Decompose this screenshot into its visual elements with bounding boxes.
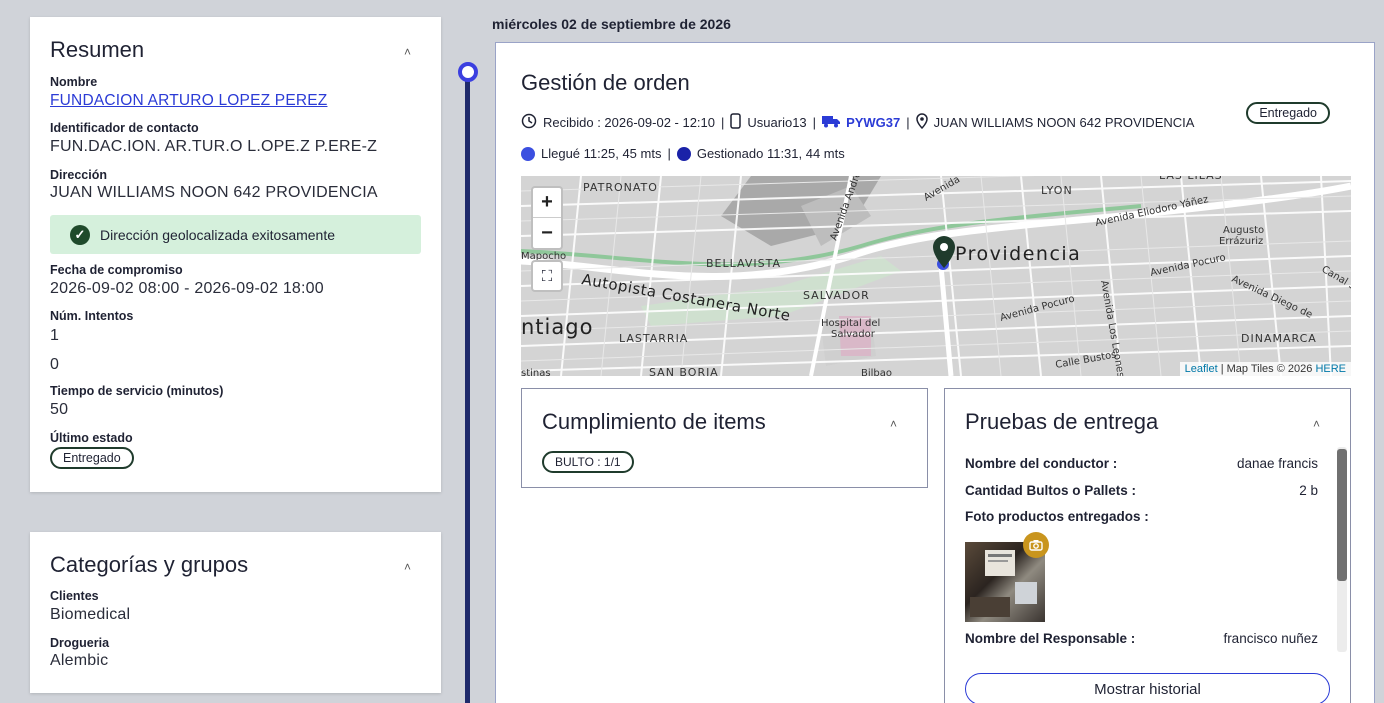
user-text: Usuario13 — [747, 115, 807, 130]
commit-label: Fecha de compromiso — [50, 263, 183, 277]
geolocated-banner: ✓ Dirección geolocalizada exitosamente — [50, 215, 421, 254]
location-pin-icon — [915, 113, 928, 132]
items-card: Cumplimiento de items ˄ BULTO : 1/1 — [521, 388, 928, 488]
address-value: JUAN WILLIAMS NOON 642 PROVIDENCIA — [50, 184, 378, 201]
contact-value: FUN.DAC.ION. AR.TUR.O L.OPE.Z P.ERE-Z — [50, 138, 378, 155]
proof-scrollbar[interactable] — [1337, 447, 1347, 652]
proof-key: Nombre del conductor : — [965, 456, 1118, 471]
svg-text:SAN BORJA: SAN BORJA — [649, 366, 719, 376]
svg-text:Augusto: Augusto — [1223, 225, 1264, 236]
collapse-chevron-icon[interactable]: ˄ — [890, 417, 897, 431]
clock-icon — [521, 113, 537, 132]
svg-text:LYON: LYON — [1041, 184, 1073, 197]
svg-text:BELLAVISTA: BELLAVISTA — [706, 257, 781, 270]
fullscreen-icon[interactable]: ⛶ — [531, 260, 563, 292]
order-address: JUAN WILLIAMS NOON 642 PROVIDENCIA — [933, 115, 1195, 130]
proof-key: Nombre del Responsable : — [965, 631, 1136, 646]
clients-label: Clientes — [50, 589, 99, 603]
resumen-card: Resumen ˄ Nombre FUNDACION ARTURO LOPEZ … — [30, 17, 441, 492]
svg-text:PATRONATO: PATRONATO — [583, 181, 658, 194]
arrived-dot-icon — [521, 146, 535, 161]
order-card: Gestión de orden Entregado Recibido : 20… — [495, 42, 1375, 703]
svg-text:Providencia: Providencia — [955, 243, 1081, 265]
proof-row: Cantidad Bultos o Pallets : 2 b — [965, 483, 1318, 498]
svg-text:Salvador: Salvador — [831, 329, 876, 340]
service-label: Tiempo de servicio (minutos) — [50, 384, 224, 398]
map-tiles: PATRONATO LYON LAS LILAS BELLAVISTA SALV… — [521, 176, 1351, 376]
managed-text: Gestionado 11:31, 44 mts — [696, 146, 845, 161]
item-badge: BULTO : 1/1 — [542, 451, 634, 473]
address-label: Dirección — [50, 168, 107, 182]
proof-row: Foto productos entregados : — [965, 509, 1318, 524]
here-link[interactable]: HERE — [1315, 363, 1346, 375]
leaflet-link[interactable]: Leaflet — [1185, 363, 1218, 375]
categorias-card: Categorías y grupos ˄ Clientes Biomedica… — [30, 532, 441, 693]
resumen-title: Resumen — [50, 37, 145, 62]
proof-key: Foto productos entregados : — [965, 509, 1149, 524]
last-state-label: Último estado — [50, 431, 133, 445]
order-meta: Recibido : 2026-09-02 - 12:10 | Usuario1… — [521, 113, 1194, 132]
items-title: Cumplimiento de items — [542, 409, 766, 434]
svg-text:SALVADOR: SALVADOR — [803, 289, 870, 302]
zoom-in-button[interactable]: + — [533, 188, 561, 218]
timeline-dot — [458, 62, 478, 82]
proof-row: Nombre del Responsable : francisco nuñez — [965, 631, 1318, 646]
svg-text:LASTARRIA: LASTARRIA — [619, 332, 688, 345]
name-label: Nombre — [50, 75, 98, 89]
order-events: Llegué 11:25, 45 mts | Gestionado 11:31,… — [521, 146, 845, 161]
proof-value: francisco nuñez — [1223, 631, 1318, 646]
svg-text:stinas: stinas — [521, 368, 551, 376]
name-link[interactable]: FUNDACION ARTURO LOPEZ PEREZ — [50, 92, 327, 110]
svg-text:Errázuriz: Errázuriz — [1219, 235, 1263, 247]
truck-icon — [822, 114, 841, 131]
order-map[interactable]: PATRONATO LYON LAS LILAS BELLAVISTA SALV… — [521, 176, 1351, 376]
svg-text:DINAMARCA: DINAMARCA — [1241, 332, 1317, 345]
phone-icon — [730, 113, 742, 132]
check-circle-icon: ✓ — [70, 224, 90, 245]
clients-value: Biomedical — [50, 606, 131, 623]
zoom-control: + − — [531, 186, 563, 250]
collapse-chevron-icon[interactable]: ˄ — [1313, 417, 1320, 431]
map-attribution: Leaflet | Map Tiles © 2026 HERE — [1179, 362, 1351, 376]
order-title: Gestión de orden — [521, 70, 690, 95]
collapse-chevron-icon[interactable]: ˄ — [404, 560, 411, 574]
attempts-value: 1 — [50, 327, 60, 344]
drug-label: Drogueria — [50, 636, 110, 650]
service-value: 50 — [50, 401, 69, 418]
order-status-badge: Entregado — [1246, 102, 1330, 124]
camera-icon[interactable] — [1023, 532, 1049, 558]
svg-text:LAS LILAS: LAS LILAS — [1159, 176, 1223, 182]
zoom-out-button[interactable]: − — [533, 218, 561, 248]
contact-label: Identificador de contacto — [50, 121, 199, 135]
commit-value: 2026-09-02 08:00 - 2026-09-02 18:00 — [50, 280, 324, 297]
timeline-date: miércoles 02 de septiembre de 2026 — [492, 16, 731, 32]
proof-title: Pruebas de entrega — [965, 409, 1159, 434]
attempts-label: Núm. Intentos — [50, 309, 134, 323]
status-badge: Entregado — [50, 447, 134, 469]
plate-link[interactable]: PYWG37 — [846, 115, 900, 130]
svg-text:Bilbao: Bilbao — [861, 368, 892, 376]
show-history-button[interactable]: Mostrar historial — [965, 673, 1330, 703]
drug-value: Alembic — [50, 652, 109, 669]
extra-value: 0 — [50, 356, 60, 373]
timeline-line — [465, 72, 470, 703]
geolocated-message: Dirección geolocalizada exitosamente — [100, 226, 336, 243]
proof-key: Cantidad Bultos o Pallets : — [965, 483, 1137, 498]
proof-row: Nombre del conductor : danae francis — [965, 456, 1318, 471]
proof-value: 2 b — [1299, 483, 1318, 498]
svg-text:Hospital del: Hospital del — [821, 318, 880, 329]
attribution-text: | Map Tiles © 2026 — [1220, 363, 1313, 375]
proof-value: danae francis — [1236, 456, 1318, 471]
svg-text:ntiago: ntiago — [521, 315, 593, 339]
collapse-chevron-icon[interactable]: ˄ — [404, 45, 411, 59]
proof-card: Pruebas de entrega ˄ Nombre del conducto… — [944, 388, 1351, 703]
arrived-text: Llegué 11:25, 45 mts — [541, 146, 662, 161]
scroll-thumb[interactable] — [1337, 449, 1347, 581]
managed-dot-icon — [676, 146, 691, 161]
received-text: Recibido : 2026-09-02 - 12:10 — [543, 115, 716, 130]
categorias-title: Categorías y grupos — [50, 552, 249, 577]
